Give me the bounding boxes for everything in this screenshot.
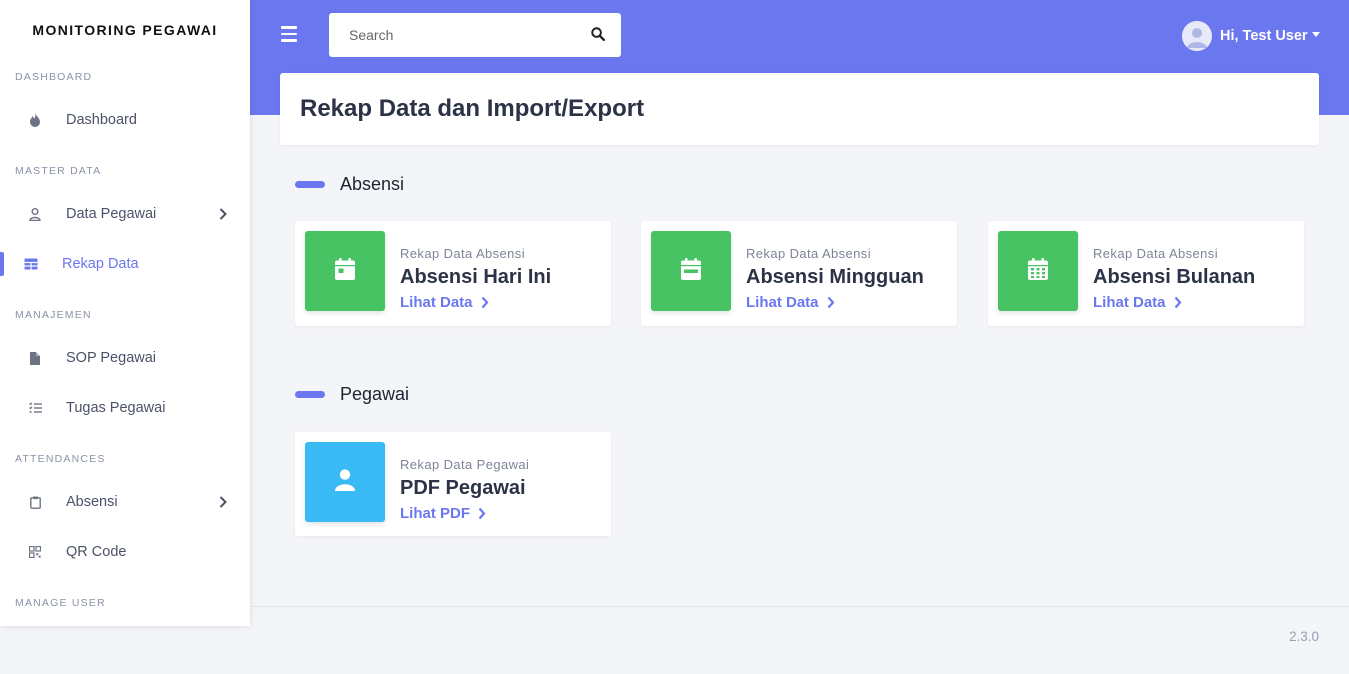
hamburger-icon [281,26,297,42]
calendar-week-icon [681,257,701,285]
card-absensi-bulanan: Rekap Data Absensi Absensi Bulanan Lihat… [988,221,1304,326]
lihat-data-link[interactable]: Lihat Data [1093,294,1182,311]
section-bar [295,181,325,188]
version-label: 2.3.0 [1288,629,1319,644]
search-bar [329,13,621,57]
page-title: Rekap Data dan Import/Export [300,95,645,122]
card-subtitle: Rekap Data Absensi [400,246,525,261]
sidebar-item-tugas-pegawai[interactable]: Tugas Pegawai [0,388,250,428]
sidebar-item-absensi[interactable]: Absensi [0,482,250,522]
menu-header-dashboard: DASHBOARD [15,71,93,83]
section-bar [295,391,325,398]
sidebar-item-label: Rekap Data [62,256,139,272]
lihat-data-link[interactable]: Lihat Data [746,294,835,311]
section-title: Absensi [340,174,405,194]
card-title: PDF Pegawai [400,477,526,499]
sidebar-item-label: SOP Pegawai [66,350,157,366]
qrcode-icon [28,545,42,559]
card-title: Absensi Bulanan [1093,266,1256,288]
section-title: Pegawai [340,384,410,404]
chevron-right-icon [827,296,834,309]
card-subtitle: Rekap Data Absensi [1093,246,1218,261]
sidebar-item-sop-pegawai[interactable]: SOP Pegawai [0,338,250,378]
sidebar-item-qr-code[interactable]: QR Code [0,532,250,572]
fire-icon [28,113,42,127]
link-label: Lihat Data [1093,294,1166,311]
card-title: Absensi Mingguan [746,266,924,288]
brand-logo[interactable]: MONITORING PEGAWAI [0,0,250,60]
tile [998,231,1078,311]
clipboard-icon [28,495,42,509]
menu-header-manajemen: MANAJEMEN [15,309,92,321]
file-icon [28,351,42,365]
calendar-month-icon [1028,257,1048,285]
menu-header-manage-user: MANAGE USER [15,597,106,609]
user-icon [335,468,355,496]
user-greeting: Hi, Test User [1220,28,1308,44]
link-label: Lihat Data [746,294,819,311]
avatar [1182,21,1212,51]
sidebar-item-dashboard[interactable]: Dashboard [0,100,250,140]
card-title: Absensi Hari Ini [400,266,552,288]
sidebar-item-label: Tugas Pegawai [66,400,166,416]
page-title-card: Rekap Data dan Import/Export [280,73,1319,145]
link-label: Lihat PDF [400,505,470,522]
table-icon [24,257,38,271]
chevron-right-icon [1174,296,1181,309]
sidebar-item-label: Absensi [66,494,118,510]
user-menu[interactable]: Hi, Test User [1182,21,1320,51]
lihat-data-link[interactable]: Lihat Data [400,294,489,311]
link-label: Lihat Data [400,294,473,311]
card-absensi-mingguan: Rekap Data Absensi Absensi Mingguan Liha… [641,221,957,326]
list-check-icon [28,401,42,415]
chevron-right-icon [219,495,229,509]
chevron-right-icon [478,507,486,520]
sidebar: MONITORING PEGAWAI DASHBOARD Dashboard M… [0,0,250,626]
calendar-day-icon [335,257,355,285]
card-pdf-pegawai: Rekap Data Pegawai PDF Pegawai Lihat PDF [295,432,611,536]
menu-header-master-data: MASTER DATA [15,165,102,177]
brand-text: MONITORING PEGAWAI [32,21,218,38]
search-input[interactable] [349,27,579,43]
tile [651,231,731,311]
section-heading-pegawai: Pegawai [295,384,409,405]
card-subtitle: Rekap Data Absensi [746,246,871,261]
user-icon [28,207,42,221]
lihat-pdf-link[interactable]: Lihat PDF [400,505,486,522]
tile [305,231,385,311]
sidebar-item-label: QR Code [66,544,127,560]
tile [305,442,385,522]
sidebar-item-label: Dashboard [66,112,137,128]
card-absensi-hari-ini: Rekap Data Absensi Absensi Hari Ini Liha… [295,221,611,326]
sidebar-item-data-pegawai[interactable]: Data Pegawai [0,194,250,234]
chevron-right-icon [481,296,488,309]
menu-toggle-button[interactable] [281,26,297,44]
sidebar-item-label: Data Pegawai [66,206,157,222]
section-heading-absensi: Absensi [295,174,404,195]
card-subtitle: Rekap Data Pegawai [400,457,530,472]
chevron-right-icon [219,207,229,221]
menu-header-attendances: ATTENDANCES [15,453,106,465]
footer-divider [250,606,1349,607]
caret-down-icon [1311,32,1320,37]
sidebar-item-rekap-data[interactable]: Rekap Data [0,244,250,284]
search-icon[interactable] [591,27,606,42]
